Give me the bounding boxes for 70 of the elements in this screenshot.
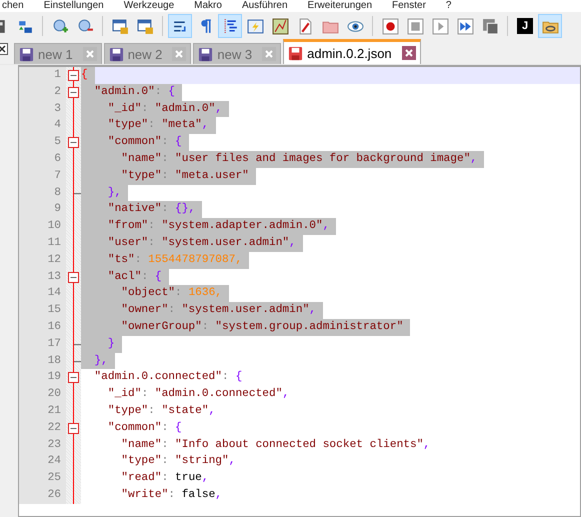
line-number: 12 bbox=[19, 252, 66, 269]
map-icon bbox=[272, 18, 288, 34]
line-number: 9 bbox=[19, 201, 66, 218]
line-number: 13 bbox=[19, 268, 66, 286]
fold-minus-icon[interactable] bbox=[68, 272, 79, 283]
code-line: "admin.0.connected": { bbox=[93, 370, 244, 386]
toolbar-button[interactable]: J bbox=[513, 14, 537, 38]
line-number: 17 bbox=[19, 336, 66, 353]
stop-icon bbox=[406, 18, 424, 34]
fold-minus-icon[interactable] bbox=[68, 86, 79, 98]
code-line: "write": false, bbox=[120, 488, 224, 503]
line-number: 19 bbox=[19, 369, 66, 386]
record-icon bbox=[382, 18, 398, 34]
fold-minus-icon[interactable] bbox=[68, 422, 79, 434]
tab[interactable]: admin.0.2.json bbox=[283, 39, 421, 64]
line-number: 8 bbox=[19, 184, 66, 202]
fold-end-mark bbox=[74, 192, 81, 195]
fold-end-mark bbox=[74, 344, 81, 346]
fold-minus-icon[interactable] bbox=[68, 137, 79, 148]
toolbar-button[interactable] bbox=[168, 14, 192, 38]
lightning-window-icon bbox=[246, 18, 264, 34]
line-number: 16 bbox=[19, 318, 66, 336]
code-line: "_id": "admin.0.connected", bbox=[106, 386, 290, 402]
play-icon bbox=[432, 18, 448, 34]
menu-item[interactable]: Einstellungen bbox=[44, 0, 104, 12]
lock-window-icon bbox=[112, 18, 128, 34]
line-number: 2 bbox=[19, 84, 66, 101]
line-number: 15 bbox=[19, 302, 66, 319]
menu-item[interactable]: Erweiterungen bbox=[308, 0, 372, 12]
toolbar-button[interactable] bbox=[538, 14, 562, 38]
indent-guide-icon bbox=[222, 18, 238, 34]
code-line: "name": "Info about connected socket clients", bbox=[120, 438, 432, 453]
menu-item[interactable]: Werkzeuge bbox=[124, 0, 174, 12]
menu-item[interactable]: chen bbox=[2, 0, 24, 12]
line-number: 18 bbox=[19, 352, 66, 370]
code-line: "common": { bbox=[106, 420, 183, 436]
line-number: 6 bbox=[19, 150, 66, 168]
macro-list-icon bbox=[482, 18, 498, 34]
pen-document-icon bbox=[296, 18, 314, 34]
line-number: 3 bbox=[19, 100, 66, 118]
line-number: 11 bbox=[19, 234, 66, 252]
line-number: 14 bbox=[19, 285, 66, 302]
menu-item[interactable]: Fenster bbox=[392, 0, 426, 12]
line-number: 25 bbox=[19, 470, 66, 487]
toolbar-button[interactable] bbox=[218, 14, 242, 38]
line-number: 24 bbox=[19, 453, 66, 470]
menu-item[interactable]: ? bbox=[446, 0, 452, 12]
line-number: 20 bbox=[19, 386, 66, 403]
code-line: "type": "string", bbox=[120, 454, 236, 470]
line-number: 26 bbox=[19, 486, 66, 504]
close-icon[interactable] bbox=[402, 46, 416, 60]
line-number: 1 bbox=[19, 67, 66, 84]
menu-item[interactable]: Ausführen bbox=[242, 0, 288, 12]
fold-minus-icon[interactable] bbox=[68, 70, 79, 81]
code-line: "read": true, bbox=[120, 470, 210, 486]
menu-item[interactable]: Makro bbox=[194, 0, 222, 12]
fold-end-mark bbox=[74, 360, 81, 363]
zoom-out-icon bbox=[76, 18, 94, 34]
code-line: "type": "state", bbox=[106, 404, 216, 419]
line-number: 7 bbox=[19, 168, 66, 185]
line-number: 10 bbox=[19, 218, 66, 235]
line-number: 23 bbox=[19, 436, 66, 454]
zoom-in-icon bbox=[52, 18, 68, 34]
fold-minus-icon[interactable] bbox=[68, 372, 79, 384]
fast-forward-icon bbox=[456, 18, 474, 34]
line-number: 22 bbox=[19, 420, 66, 437]
line-number: 4 bbox=[19, 117, 66, 134]
line-number: 21 bbox=[19, 402, 66, 420]
line-number: 5 bbox=[19, 134, 66, 151]
lock-window-icon bbox=[136, 18, 154, 34]
